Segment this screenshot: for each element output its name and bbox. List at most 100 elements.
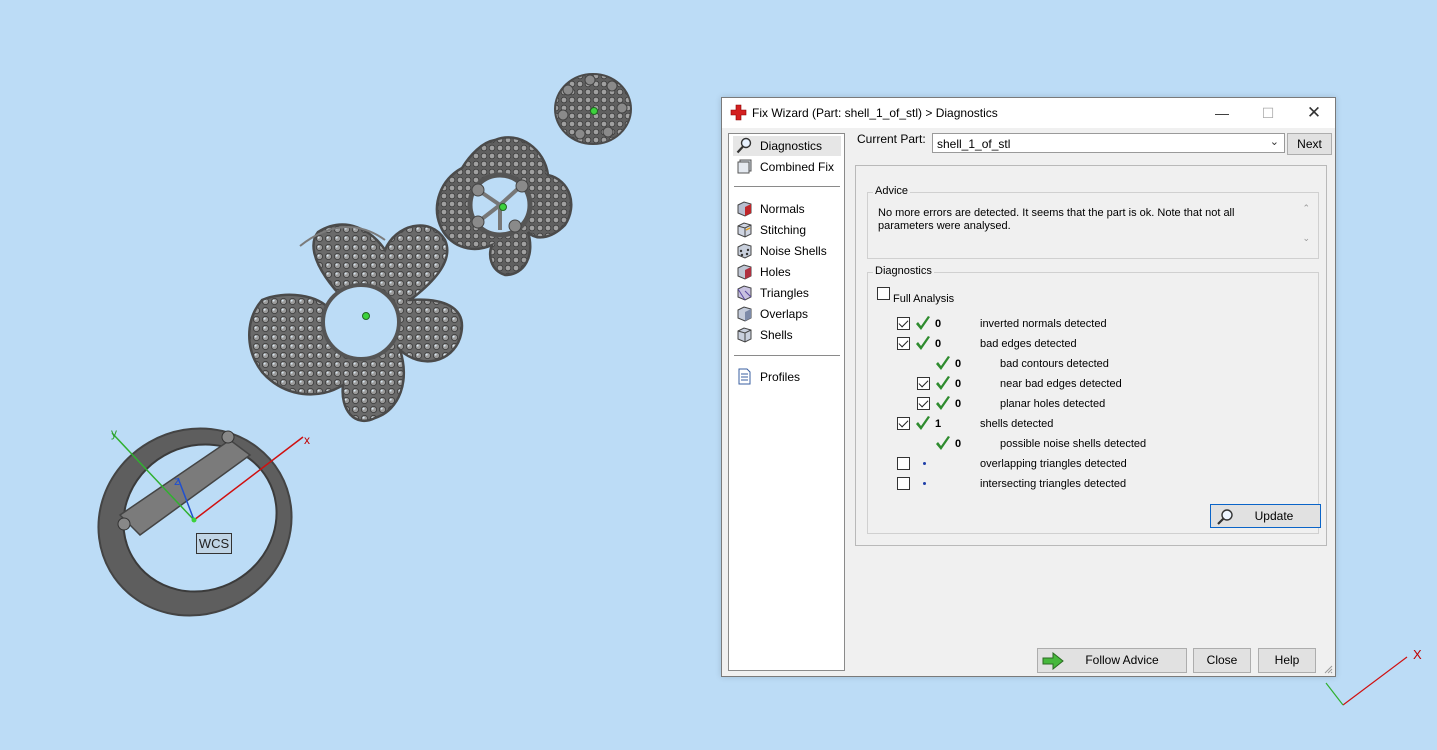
nav-item-overlaps[interactable]: Overlaps xyxy=(733,304,841,324)
nav-item-holes[interactable]: Holes xyxy=(733,262,841,282)
dialog-title: Fix Wizard (Part: shell_1_of_stl) > Diag… xyxy=(752,106,998,120)
nav-item-stitching[interactable]: Stitching xyxy=(733,220,841,240)
diagnostic-row: 0 possible noise shells detected xyxy=(868,435,1318,455)
advice-text: No more errors are detected. It seems th… xyxy=(878,207,1235,232)
holes-cube-icon xyxy=(737,264,752,280)
follow-advice-button[interactable]: Follow Advice xyxy=(1037,648,1187,673)
diagnostic-checkbox[interactable] xyxy=(917,397,930,410)
nav-item-label: Noise Shells xyxy=(760,244,827,258)
minimize-button[interactable]: — xyxy=(1199,98,1245,128)
nav-item-label: Stitching xyxy=(760,223,807,237)
diagnostics-group: Diagnostics Full Analysis 0 inverted norm… xyxy=(867,265,1321,534)
nav-item-combined-fix[interactable]: Combined Fix xyxy=(733,157,841,177)
nav-item-label: Normals xyxy=(760,202,805,216)
green-check-icon xyxy=(936,436,950,450)
nav-item-triangles[interactable]: Triangles xyxy=(733,283,841,303)
chevron-down-icon: ⌄ xyxy=(1269,136,1279,148)
help-button[interactable]: Help xyxy=(1258,648,1316,673)
corner-axis-x-label: X xyxy=(1413,647,1422,662)
diagnostic-checkbox[interactable] xyxy=(917,377,930,390)
diagnostic-count: 0 xyxy=(935,318,942,330)
diagnostics-page: Advice No more errors are detected. It s… xyxy=(855,165,1327,546)
nav-item-shells[interactable]: Shells xyxy=(733,325,841,345)
nav-item-diagnostics[interactable]: Diagnostics xyxy=(733,136,841,156)
diagnostic-count: 0 xyxy=(955,438,962,450)
diagnostic-count: 0 xyxy=(955,398,962,410)
diagnostics-title: Diagnostics xyxy=(873,265,934,277)
noise-shells-icon xyxy=(737,243,752,259)
full-analysis-label: Full Analysis xyxy=(893,293,955,305)
green-check-icon xyxy=(916,336,930,350)
nav-item-label: Shells xyxy=(760,328,793,342)
magnifier-icon xyxy=(1217,509,1233,525)
current-part-select[interactable]: shell_1_of_stl ⌄ xyxy=(932,133,1285,153)
close-window-button[interactable]: ✕ xyxy=(1291,98,1337,128)
red-cross-icon xyxy=(730,104,747,121)
diagnostic-label: bad edges detected xyxy=(980,338,1077,350)
axis-x-label: x xyxy=(304,433,310,447)
current-part-label: Current Part: xyxy=(857,132,926,146)
diagnostic-label: near bad edges detected xyxy=(1000,378,1122,390)
diagnostic-label: planar holes detected xyxy=(1000,398,1106,410)
shells-cube-icon xyxy=(737,327,752,343)
diagnostic-checkbox[interactable] xyxy=(897,337,910,350)
resize-grip-icon[interactable] xyxy=(1323,664,1333,674)
large-flower-part[interactable] xyxy=(248,223,464,422)
diagnostic-count: 0 xyxy=(955,378,962,390)
diagnostic-checkbox[interactable] xyxy=(897,477,910,490)
scroll-up-arrow-icon[interactable]: ⌃ xyxy=(1302,203,1310,214)
nav-item-label: Diagnostics xyxy=(760,139,823,153)
crown-part[interactable] xyxy=(554,73,632,145)
full-analysis-checkbox[interactable] xyxy=(877,287,890,300)
green-check-icon xyxy=(916,416,930,430)
current-part-value: shell_1_of_stl xyxy=(937,137,1011,151)
diagnostic-count: 0 xyxy=(935,338,942,350)
not-analysed-dot xyxy=(923,482,926,485)
update-button[interactable]: Update xyxy=(1210,504,1321,528)
profiles-document-icon xyxy=(738,368,751,385)
diagnostic-row: 0 bad contours detected xyxy=(868,355,1318,375)
diagnostic-row: overlapping triangles detected xyxy=(868,455,1318,475)
diagnostic-row: 0 near bad edges detected xyxy=(868,375,1318,395)
follow-advice-label: Follow Advice xyxy=(1085,653,1159,667)
nav-item-noise-shells[interactable]: Noise Shells xyxy=(733,241,841,261)
nav-item-normals[interactable]: Normals xyxy=(733,199,841,219)
green-check-icon xyxy=(936,396,950,410)
nav-item-label: Holes xyxy=(760,265,791,279)
diagnostic-count: 1 xyxy=(935,418,942,430)
combined-fix-icon xyxy=(737,159,752,174)
nav-item-label: Overlaps xyxy=(760,307,809,321)
green-check-icon xyxy=(916,316,930,330)
nav-item-profiles[interactable]: Profiles xyxy=(733,367,841,387)
diagnostic-checkbox[interactable] xyxy=(897,417,910,430)
diagnostic-row: 1 shells detected xyxy=(868,415,1318,435)
next-button[interactable]: Next xyxy=(1287,133,1332,155)
diagnostic-checkbox[interactable] xyxy=(897,457,910,470)
green-check-icon xyxy=(936,356,950,370)
scroll-down-arrow-icon[interactable]: ⌄ xyxy=(1302,233,1310,244)
diagnostic-count: 0 xyxy=(955,358,962,370)
diagnostic-row: 0 inverted normals detected xyxy=(868,315,1318,335)
axis-z-label: z xyxy=(174,474,180,488)
advice-title: Advice xyxy=(873,185,911,197)
diagnostic-label: shells detected xyxy=(980,418,1054,430)
nav-separator xyxy=(734,355,840,356)
diagnostic-label: inverted normals detected xyxy=(980,318,1107,330)
close-button[interactable]: Close xyxy=(1193,648,1251,673)
diagnostic-label: overlapping triangles detected xyxy=(980,458,1127,470)
advice-group: Advice No more errors are detected. It s… xyxy=(867,185,1319,259)
diagnostic-row: 0 bad edges detected xyxy=(868,335,1318,355)
nav-item-label: Triangles xyxy=(760,286,809,300)
update-label: Update xyxy=(1254,509,1294,523)
stitching-cube-icon xyxy=(737,222,752,238)
diagnostic-checkbox[interactable] xyxy=(897,317,910,330)
green-arrow-icon xyxy=(1042,652,1064,670)
overlaps-cube-icon xyxy=(737,306,752,322)
maximize-button[interactable]: ☐ xyxy=(1245,98,1291,128)
medium-flower-part[interactable] xyxy=(435,136,573,277)
diagnostic-label: bad contours detected xyxy=(1000,358,1109,370)
nav-separator xyxy=(734,186,840,187)
diagnostic-label: possible noise shells detected xyxy=(1000,438,1147,450)
titlebar[interactable]: Fix Wizard (Part: shell_1_of_stl) > Diag… xyxy=(722,98,1335,128)
wcs-label: WCS xyxy=(196,533,232,554)
